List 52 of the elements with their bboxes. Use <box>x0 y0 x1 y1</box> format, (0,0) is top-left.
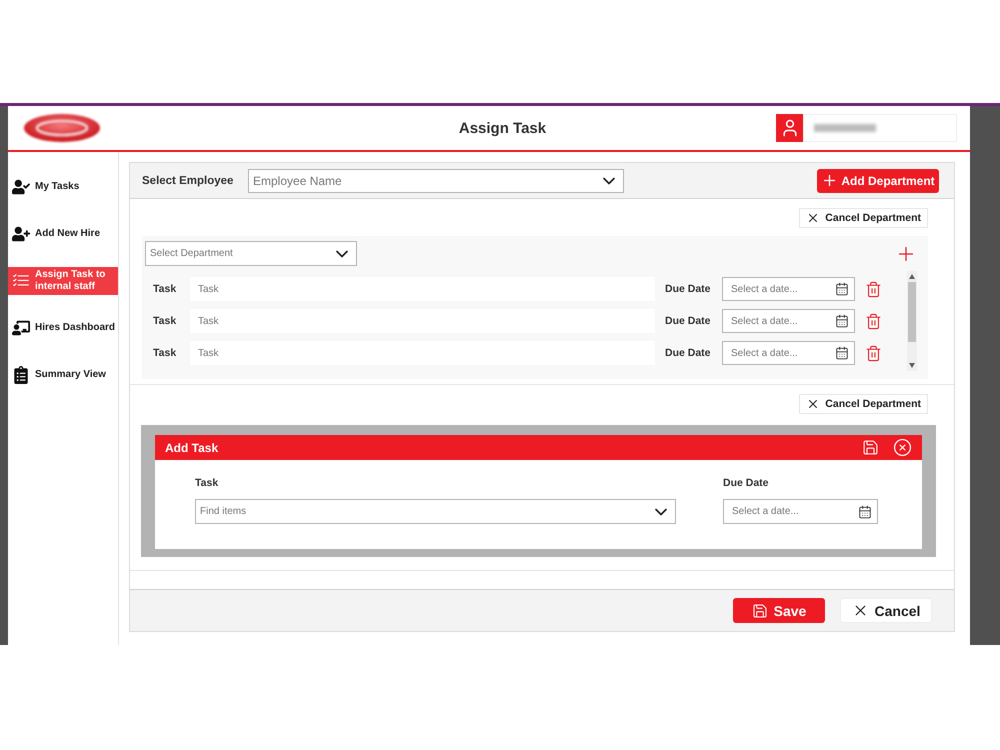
add-department-button[interactable]: Add Department <box>817 168 939 192</box>
person-check-icon <box>12 178 30 196</box>
task-label: Task <box>153 347 178 359</box>
arrow-up-icon[interactable] <box>909 274 915 279</box>
task-dropdown[interactable]: Find items <box>195 499 676 524</box>
due-date-label: Due Date <box>665 347 712 359</box>
sidebar-item[interactable]: Add New Hire <box>8 220 118 248</box>
sidebar-item[interactable]: Assign Task to internal staff <box>8 267 118 295</box>
date-field[interactable]: Select a date... <box>722 341 855 365</box>
trash-icon[interactable] <box>865 344 882 362</box>
sidebar-item[interactable]: Summary View <box>8 361 118 389</box>
task-label: Task <box>153 283 178 295</box>
user-icon[interactable] <box>776 114 803 142</box>
department-dropdown[interactable]: Select Department <box>145 241 357 266</box>
save-button[interactable]: Save <box>733 598 825 623</box>
field-label: Due Date <box>723 477 769 489</box>
arrow-down-icon[interactable] <box>909 363 915 368</box>
cancel-department-button[interactable]: Cancel Department <box>799 208 928 228</box>
save-icon[interactable] <box>862 439 879 456</box>
date-field[interactable]: Select a date... <box>722 277 855 301</box>
task-input[interactable]: Task <box>190 341 655 365</box>
cancel-button[interactable]: Cancel <box>840 598 932 623</box>
sidebar-item[interactable]: My Tasks <box>8 173 118 201</box>
task-input[interactable]: Task <box>190 309 655 333</box>
sidebar-item[interactable]: Hires Dashboard <box>8 314 118 342</box>
calendar-icon[interactable] <box>835 282 849 296</box>
dialog-title: Add Task <box>165 440 218 454</box>
task-label: Task <box>153 315 178 327</box>
calendar-icon[interactable] <box>858 504 872 518</box>
cancel-department-button[interactable]: Cancel Department <box>799 394 928 414</box>
employee-dropdown[interactable]: Employee Name <box>248 168 624 192</box>
logo-icon <box>22 112 102 144</box>
due-date-label: Due Date <box>665 283 712 295</box>
page-title: Assign Task <box>458 120 546 136</box>
scrollbar-thumb[interactable] <box>908 282 916 342</box>
clipboard-list-icon <box>12 366 30 384</box>
save-icon <box>752 602 768 618</box>
date-field[interactable]: Select a date... <box>723 499 878 524</box>
person-plus-icon <box>12 225 30 243</box>
calendar-icon[interactable] <box>835 314 849 328</box>
close-icon[interactable] <box>893 438 912 457</box>
select-employee-label: Select Employee <box>142 174 234 186</box>
calendar-icon[interactable] <box>835 346 849 360</box>
trash-icon[interactable] <box>865 280 882 298</box>
due-date-label: Due Date <box>665 315 712 327</box>
task-input[interactable]: Task <box>190 277 655 301</box>
blurred-name <box>814 124 876 132</box>
date-field[interactable]: Select a date... <box>722 309 855 333</box>
trash-icon[interactable] <box>865 312 882 330</box>
scrollbar-track[interactable] <box>907 271 917 371</box>
field-label: Task <box>195 477 218 489</box>
person-at-board-icon <box>12 319 30 337</box>
